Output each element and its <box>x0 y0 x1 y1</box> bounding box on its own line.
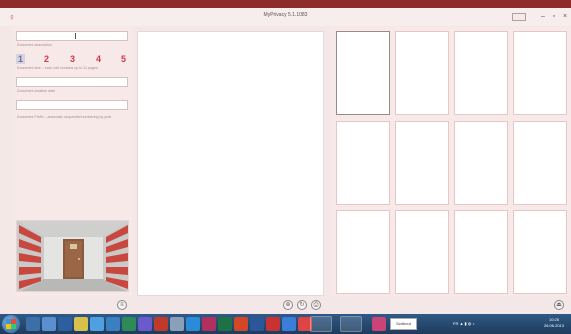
running-app-slot-2[interactable] <box>340 316 362 332</box>
running-app-slot-1[interactable] <box>310 316 332 332</box>
document-cell-1[interactable] <box>336 31 390 115</box>
description-input[interactable] <box>16 31 128 41</box>
page-size-2[interactable]: 2 <box>42 54 51 64</box>
document-cells-grid <box>330 27 571 296</box>
page-size-label: Document size – each cell contains up to… <box>17 66 98 70</box>
settings-app-icon[interactable] <box>170 317 184 331</box>
archive-room-illustration <box>17 221 128 291</box>
folder-app-icon[interactable] <box>74 317 88 331</box>
browser-app-icon[interactable] <box>106 317 120 331</box>
title-bar: ♀ MyPrivacy 5.1.1083 – ▫ × <box>0 8 571 26</box>
document-cell-9[interactable] <box>336 210 390 294</box>
exit-icon[interactable]: ⏏ <box>554 300 564 310</box>
page-size-4[interactable]: 4 <box>94 54 103 64</box>
network-app-icon[interactable] <box>282 317 296 331</box>
prefix-input[interactable] <box>16 100 128 110</box>
outlook-app-icon[interactable] <box>42 317 56 331</box>
document-preview-canvas[interactable] <box>137 31 324 296</box>
system-tray[interactable]: FR ▲ ▮ ◍ ♪ <box>453 317 537 331</box>
window-title: MyPrivacy 5.1.1083 <box>263 12 308 18</box>
myprivacy-app-icon[interactable] <box>372 317 386 331</box>
document-cell-10[interactable] <box>395 210 449 294</box>
document-cell-3[interactable] <box>454 31 508 115</box>
menu-icon[interactable]: ≡ <box>117 300 127 310</box>
document-cell-8[interactable] <box>513 121 567 205</box>
document-cell-7[interactable] <box>454 121 508 205</box>
page-size-5[interactable]: 5 <box>119 54 128 64</box>
acrobat-app-icon[interactable] <box>266 317 280 331</box>
access-app-icon[interactable] <box>202 317 216 331</box>
media-app-icon[interactable] <box>138 317 152 331</box>
bottom-control-bar: ≡ ⊕ ↻ ⎙ ⏏ <box>0 296 571 314</box>
filezilla-app-icon[interactable] <box>154 317 168 331</box>
running-app-label[interactable]: Scribout <box>390 318 417 330</box>
page-size-3[interactable]: 3 <box>68 54 77 64</box>
skype-app-icon[interactable] <box>186 317 200 331</box>
document-cell-4[interactable] <box>513 31 567 115</box>
creation-date-label: Document creation date <box>17 89 56 93</box>
archive-door-image <box>16 220 129 292</box>
ie-app-icon[interactable] <box>90 317 104 331</box>
page-size-selector: 1 2 3 4 5 <box>16 54 132 64</box>
minimize-button[interactable]: – <box>538 12 548 22</box>
windows-taskbar: Scribout FR ▲ ▮ ◍ ♪ 10:25 26.06.2013 <box>0 314 571 334</box>
zoom-icon[interactable]: ⊕ <box>283 300 293 310</box>
top-accent-strip <box>0 0 571 8</box>
system-clock[interactable]: 10:25 26.06.2013 <box>538 317 570 331</box>
explorer-app-icon[interactable] <box>26 317 40 331</box>
description-label: Document description <box>17 43 52 47</box>
creation-date-input[interactable] <box>16 77 128 87</box>
language-indicator[interactable]: FR <box>453 321 458 326</box>
prefix-label: Document Prefix – automatic sequential n… <box>17 115 112 119</box>
excel-app-icon[interactable] <box>218 317 232 331</box>
scan-icon[interactable]: ⎙ <box>311 300 321 310</box>
word-app-icon[interactable] <box>58 317 72 331</box>
powerpoint-app-icon[interactable] <box>234 317 248 331</box>
clock-date: 26.06.2013 <box>543 323 565 328</box>
rotate-icon[interactable]: ↻ <box>297 300 307 310</box>
chrome-app-icon[interactable] <box>122 317 136 331</box>
document-cell-5[interactable] <box>336 121 390 205</box>
help-button[interactable] <box>512 13 526 21</box>
word-doc-app-icon[interactable] <box>250 317 264 331</box>
document-properties-panel: Document description 1 2 3 4 5 Document … <box>12 27 133 296</box>
page-size-1[interactable]: 1 <box>16 54 25 64</box>
document-cell-11[interactable] <box>454 210 508 294</box>
document-cell-12[interactable] <box>513 210 567 294</box>
document-cell-6[interactable] <box>395 121 449 205</box>
text-caret <box>75 33 76 39</box>
document-cell-2[interactable] <box>395 31 449 115</box>
start-button-icon[interactable] <box>2 315 20 333</box>
maximize-button[interactable]: ▫ <box>549 12 559 22</box>
close-button[interactable]: × <box>560 12 570 22</box>
